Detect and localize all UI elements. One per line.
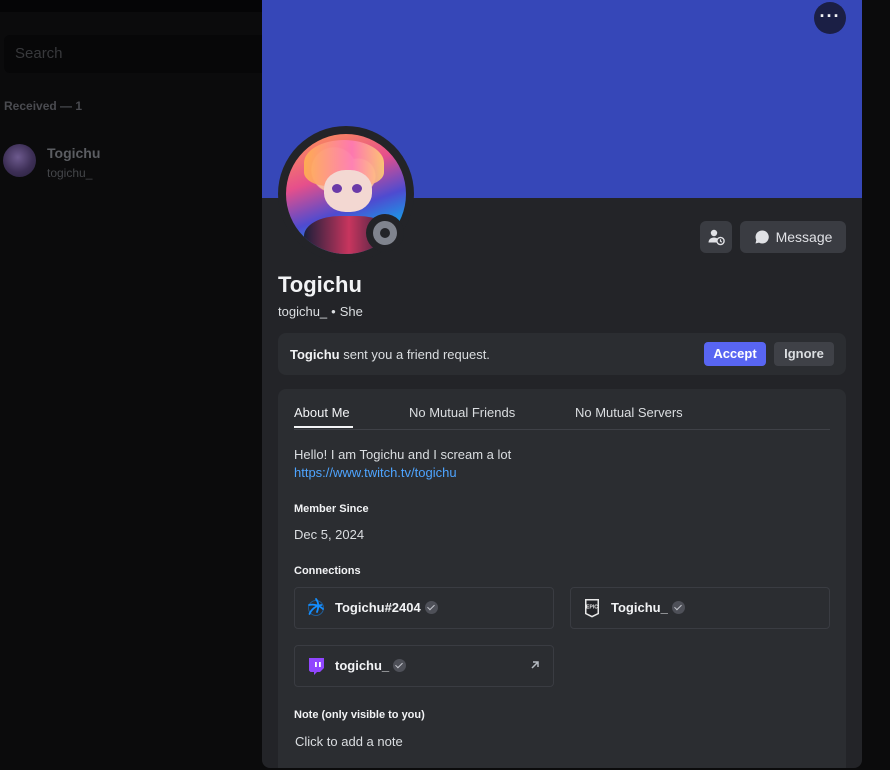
offline-status-icon (373, 221, 397, 245)
avatar-eye (352, 184, 362, 193)
connection-name: Togichu_ (611, 600, 685, 615)
username-row: togichu_ • She (278, 304, 363, 319)
bio-text: Hello! I am Togichu and I scream a lot (294, 447, 512, 462)
accept-button[interactable]: Accept (704, 342, 766, 366)
tab-mutual-servers[interactable]: No Mutual Servers (575, 405, 683, 420)
note-input[interactable]: Click to add a note (295, 734, 403, 749)
profile-content: About Me No Mutual Friends No Mutual Ser… (278, 389, 846, 768)
friend-pending-button[interactable] (700, 221, 732, 253)
message-button[interactable]: Message (740, 221, 846, 253)
tab-mutual-friends[interactable]: No Mutual Friends (409, 405, 515, 420)
avatar-face (324, 170, 372, 212)
profile-tabs: About Me No Mutual Friends No Mutual Ser… (294, 389, 830, 430)
note-heading: Note (only visible to you) (294, 709, 425, 721)
connection-twitch[interactable]: togichu_ (294, 645, 554, 687)
pronouns: She (339, 304, 363, 319)
connection-battlenet[interactable]: Togichu#2404 (294, 587, 554, 629)
connection-label: Togichu#2404 (335, 600, 421, 615)
request-sender: Togichu (290, 347, 340, 362)
epic-games-icon: EPIC (585, 599, 599, 618)
search-input[interactable]: Search (4, 35, 294, 73)
external-link-icon[interactable] (528, 658, 542, 672)
twitch-icon (309, 658, 324, 675)
status-indicator (366, 214, 404, 252)
more-horizontal-icon: ··· (819, 6, 841, 26)
list-item[interactable]: Togichu togichu_ (3, 143, 253, 183)
connection-epic-games[interactable]: EPIC Togichu_ (570, 587, 830, 629)
status-hole (380, 228, 390, 238)
tab-about-me[interactable]: About Me (294, 405, 350, 420)
connections-heading: Connections (294, 565, 361, 577)
bio-link[interactable]: https://www.twitch.tv/togichu (294, 465, 457, 480)
active-tab-indicator (294, 426, 353, 428)
connection-name: Togichu#2404 (335, 600, 438, 615)
verified-check-icon (424, 601, 438, 614)
friend-request-text: Togichu sent you a friend request. (290, 347, 490, 362)
friend-request-bar: Togichu sent you a friend request. Accep… (278, 333, 846, 375)
avatar-eye (332, 184, 342, 193)
verified-check-icon (671, 601, 685, 614)
display-name: Togichu (278, 272, 362, 297)
friend-name: Togichu (47, 145, 101, 161)
username[interactable]: togichu_ (278, 304, 327, 319)
more-options-button[interactable]: ··· (814, 2, 846, 34)
avatar-ring (278, 126, 414, 262)
request-message: sent you a friend request. (343, 347, 490, 362)
connection-name: togichu_ (335, 658, 407, 673)
member-since-date: Dec 5, 2024 (294, 527, 365, 542)
profile-modal: ··· Message Togichu togichu_ • She Togic… (262, 0, 862, 768)
message-button-label: Message (775, 229, 833, 245)
chat-bubble-icon (755, 230, 769, 244)
separator: • (331, 304, 336, 319)
avatar (3, 144, 36, 177)
friend-username: togichu_ (47, 166, 93, 180)
member-since-heading: Member Since (294, 503, 369, 515)
connection-label: Togichu_ (611, 600, 668, 615)
add-friend-pending-icon (708, 229, 725, 246)
verified-check-icon (393, 659, 407, 672)
ignore-button[interactable]: Ignore (774, 342, 834, 366)
top-bar (0, 0, 262, 12)
received-header: Received — 1 (4, 99, 83, 113)
svg-text:EPIC: EPIC (586, 605, 598, 611)
connection-label: togichu_ (335, 658, 390, 673)
battlenet-icon (308, 598, 324, 616)
